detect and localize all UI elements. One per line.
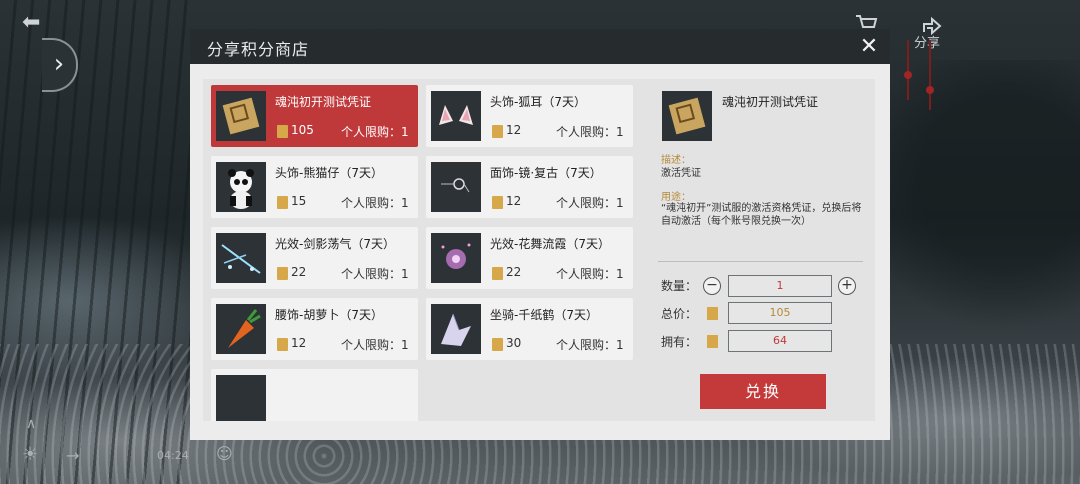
item-price: 22 <box>291 265 307 279</box>
item-purchase-limit: 个人限购：1 <box>341 196 409 210</box>
item-name: 头饰-狐耳（7天） <box>490 95 586 109</box>
quantity-input[interactable]: 1 <box>728 275 832 297</box>
owned-points-value: 64 <box>728 330 832 352</box>
owned-label: 拥有： <box>661 335 698 349</box>
item-name: 腰饰-胡萝卜（7天） <box>275 308 383 322</box>
partial-item-icon <box>216 375 266 421</box>
points-coin-icon <box>277 338 288 351</box>
share-points-shop-dialog: 分享积分商店 ✕ 魂沌初开测试凭证 105 个人限购：1 头饰-狐耳（7天） 1… <box>190 29 890 440</box>
points-coin-icon <box>277 196 288 209</box>
item-purchase-limit: 个人限购：1 <box>556 125 624 139</box>
carrot-icon <box>216 304 266 354</box>
paper-crane-icon <box>431 304 481 354</box>
shop-item-paper-crane[interactable]: 坐骑-千纸鹤（7天） 30 个人限购：1 <box>426 298 633 360</box>
points-coin-icon <box>707 335 718 348</box>
dialog-title: 分享积分商店 <box>207 40 310 59</box>
shop-item-partial[interactable] <box>211 369 418 421</box>
item-detail-panel: 魂沌初开测试凭证 描述： 激活凭证 用途： “魂沌初开”测试服的激活资格凭证，兑… <box>652 79 875 421</box>
item-price: 12 <box>506 123 522 137</box>
usage-text: “魂沌初开”测试服的激活资格凭证，兑换后将自动激活（每个账号限兑换一次） <box>661 203 862 227</box>
points-coin-icon <box>277 267 288 280</box>
item-price: 15 <box>291 194 307 208</box>
usage-label: 用途： <box>661 192 691 203</box>
item-name: 面饰-镜·复古（7天） <box>490 166 602 180</box>
description-text: 激活凭证 <box>661 168 701 179</box>
item-purchase-limit: 个人限购：1 <box>556 267 624 281</box>
shop-item-carrot[interactable]: 腰饰-胡萝卜（7天） 12 个人限购：1 <box>211 298 418 360</box>
points-coin-icon <box>492 196 503 209</box>
item-purchase-limit: 个人限购：1 <box>556 196 624 210</box>
close-button[interactable]: ✕ <box>856 34 882 60</box>
points-coin-icon <box>277 125 288 138</box>
walk-icon[interactable]: → <box>66 446 79 465</box>
decrease-quantity-button[interactable]: − <box>703 277 721 295</box>
sword-shadow-icon <box>216 233 266 283</box>
expand-up-icon[interactable]: ∧ <box>26 416 36 432</box>
shop-item-sword-shadow[interactable]: 光效-剑影荡气（7天） 22 个人限购：1 <box>211 227 418 289</box>
shop-item-retro-glasses[interactable]: 面饰-镜·复古（7天） 12 个人限购：1 <box>426 156 633 218</box>
item-price: 12 <box>291 336 307 350</box>
panda-icon <box>216 162 266 212</box>
shop-item-flower-dance[interactable]: 光效-花舞流霞（7天） 22 个人限购：1 <box>426 227 633 289</box>
item-purchase-limit: 个人限购：1 <box>341 338 409 352</box>
item-name: 头饰-熊猫仔（7天） <box>275 166 383 180</box>
fox-ears-icon <box>431 91 481 141</box>
increase-quantity-button[interactable]: + <box>838 277 856 295</box>
shop-item-panda[interactable]: 头饰-熊猫仔（7天） 15 个人限购：1 <box>211 156 418 218</box>
item-price: 105 <box>291 123 314 137</box>
flower-dance-icon <box>431 233 481 283</box>
quantity-label: 数量： <box>661 279 698 293</box>
item-purchase-limit: 个人限购：1 <box>341 267 409 281</box>
red-lantern-decoration-icon <box>904 40 934 110</box>
item-name: 光效-剑影荡气（7天） <box>275 237 395 251</box>
item-purchase-limit: 个人限购：1 <box>341 125 409 139</box>
back-arrow-icon[interactable]: ⬅ <box>22 12 48 34</box>
person-icon[interactable]: ☺ <box>216 444 233 463</box>
item-purchase-limit: 个人限购：1 <box>556 338 624 352</box>
points-coin-icon <box>492 267 503 280</box>
total-price-value: 105 <box>728 302 832 324</box>
item-name: 坐骑-千纸鹤（7天） <box>490 308 598 322</box>
sun-icon: ☀ <box>22 444 39 465</box>
detail-item-name: 魂沌初开测试凭证 <box>722 95 819 109</box>
item-price: 12 <box>506 194 522 208</box>
shop-item-voucher[interactable]: 魂沌初开测试凭证 105 个人限购：1 <box>211 85 418 147</box>
item-name: 魂沌初开测试凭证 <box>275 95 372 109</box>
item-name: 光效-花舞流霞（7天） <box>490 237 610 251</box>
glasses-icon <box>431 162 481 212</box>
points-coin-icon <box>707 307 718 320</box>
shop-item-fox-ears[interactable]: 头饰-狐耳（7天） 12 个人限购：1 <box>426 85 633 147</box>
points-coin-icon <box>492 338 503 351</box>
total-price-label: 总价： <box>661 307 698 321</box>
voucher-icon <box>662 91 712 141</box>
item-price: 22 <box>506 265 522 279</box>
dialog-titlebar: 分享积分商店 ✕ <box>190 29 890 64</box>
voucher-icon <box>216 91 266 141</box>
item-price: 30 <box>506 336 522 350</box>
clock-time: 04:24 <box>157 449 189 462</box>
exchange-button[interactable]: 兑换 <box>700 374 826 409</box>
divider <box>658 261 863 262</box>
points-coin-icon <box>492 125 503 138</box>
